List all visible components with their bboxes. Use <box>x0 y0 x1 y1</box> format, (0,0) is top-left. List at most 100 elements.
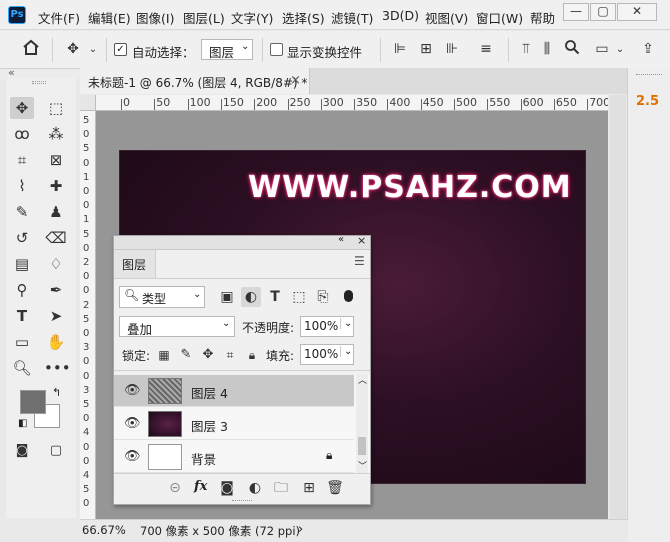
magic-wand-tool[interactable]: ⁂ <box>44 123 68 145</box>
screen-mode-icon[interactable]: ▢ <box>44 440 68 462</box>
frame-tool[interactable]: ⊠ <box>44 149 68 171</box>
eyedropper-tool[interactable]: ⌇ <box>10 175 34 197</box>
clone-stamp-tool[interactable]: ♟ <box>44 201 68 223</box>
zoom-tool[interactable]: 🔍︎ <box>10 357 34 379</box>
lock-all-icon[interactable]: 🔒︎ <box>244 345 260 365</box>
align-middle-icon[interactable]: ⫼ <box>538 39 556 59</box>
auto-select-checkbox[interactable]: ✓ <box>114 43 127 56</box>
filter-smart-object-icon[interactable]: ⎘ <box>314 287 332 307</box>
dodge-tool[interactable]: ⚲ <box>10 279 34 301</box>
layer-name[interactable]: 背景 <box>191 449 216 468</box>
layer-name[interactable]: 图层 4 <box>191 383 228 402</box>
crop-tool[interactable]: ⌗ <box>10 149 34 171</box>
menu-help[interactable]: 帮助 <box>530 8 555 27</box>
layer-list-scrollbar[interactable]: ︿ ﹀ <box>356 375 368 473</box>
align-right-icon[interactable]: ⊪ <box>442 39 462 59</box>
menu-3d[interactable]: 3D(D) <box>382 8 419 23</box>
home-icon[interactable] <box>20 39 42 61</box>
blend-mode-dropdown[interactable]: 叠加 ⌄ <box>119 316 235 337</box>
blur-tool[interactable]: ♢ <box>44 253 68 275</box>
opacity-input[interactable]: 100% ⌄ <box>300 316 354 337</box>
hand-tool[interactable]: ✋ <box>44 331 68 353</box>
layers-panel-header[interactable]: « × <box>114 234 370 250</box>
mask-icon[interactable]: ◙ <box>218 478 236 498</box>
visibility-eye-icon[interactable]: 👁︎ <box>124 416 141 431</box>
close-icon[interactable]: × <box>357 234 366 247</box>
lock-position-icon[interactable]: ✥ <box>200 345 216 365</box>
menu-window[interactable]: 窗口(W) <box>476 8 523 27</box>
ruler-origin[interactable] <box>80 95 96 111</box>
align-left-icon[interactable]: ⊫ <box>390 39 410 59</box>
tab-close-icon[interactable]: × <box>290 73 301 88</box>
history-brush-tool[interactable]: ↺ <box>10 227 34 249</box>
more-tools-icon[interactable]: ••• <box>44 357 71 379</box>
chevron-down-icon[interactable]: ⌄ <box>614 40 626 60</box>
document-tab[interactable]: 未标题-1 @ 66.7% (图层 4, RGB/8#) * × <box>80 68 310 94</box>
quick-mask-icon[interactable]: ◙ <box>10 440 34 462</box>
menu-file[interactable]: 文件(F) <box>38 8 80 27</box>
search-icon[interactable] <box>562 39 582 61</box>
foreground-color-swatch[interactable] <box>20 390 46 414</box>
lasso-tool[interactable]: ꝏ <box>10 123 34 145</box>
menu-edit[interactable]: 编辑(E) <box>88 8 131 27</box>
filter-adjustment-icon[interactable]: ◐ <box>241 287 261 307</box>
default-colors-icon[interactable]: ◧ <box>18 418 27 429</box>
filter-kind-dropdown[interactable]: 🔍︎ 类型 ⌄ <box>119 286 205 308</box>
align-center-icon[interactable]: ⊞ <box>416 39 436 59</box>
adjustment-icon[interactable]: ◐ <box>246 478 264 498</box>
rectangle-tool[interactable]: ▭ <box>10 331 34 353</box>
move-tool[interactable]: ✥ <box>10 97 34 119</box>
panel-menu-icon[interactable]: ☰ <box>354 254 365 268</box>
swap-colors-icon[interactable]: ↰ <box>52 386 61 399</box>
folder-icon[interactable]: 🗀︎ <box>272 478 290 498</box>
menu-view[interactable]: 视图(V) <box>425 8 468 27</box>
lock-transparent-icon[interactable]: ▦ <box>156 345 172 365</box>
auto-select-target-dropdown[interactable]: 图层 ⌄ <box>201 39 253 60</box>
trash-icon[interactable]: 🗑︎ <box>326 478 344 498</box>
menu-layer[interactable]: 图层(L) <box>183 8 225 27</box>
lock-paint-icon[interactable]: ✎ <box>178 345 194 365</box>
vertical-scrollbar[interactable] <box>610 95 626 519</box>
pen-tool[interactable]: ✒ <box>44 279 68 301</box>
minimize-button[interactable]: — <box>563 3 589 21</box>
maximize-button[interactable]: ▢ <box>590 3 616 21</box>
lock-artboard-icon[interactable]: ⌗ <box>222 345 238 365</box>
visibility-eye-icon[interactable]: 👁︎ <box>124 383 141 398</box>
fx-icon[interactable]: fx <box>194 479 207 494</box>
marquee-tool[interactable]: ⬚ <box>44 97 68 119</box>
layers-tab[interactable]: 图层 <box>114 250 156 278</box>
distribute-icon[interactable]: ≡ <box>476 39 496 59</box>
new-layer-icon[interactable]: ⊞ <box>300 478 318 498</box>
collapse-icon[interactable]: « <box>338 234 344 245</box>
move-tool-icon[interactable]: ✥ <box>62 39 84 59</box>
link-icon[interactable]: ⊝ <box>166 478 184 498</box>
eraser-tool[interactable]: ⌫ <box>44 227 68 249</box>
filter-toggle-icon[interactable] <box>344 290 353 302</box>
chevron-down-icon[interactable]: ⌄ <box>86 40 100 60</box>
path-select-tool[interactable]: ➤ <box>44 305 68 327</box>
layer-row[interactable]: 👁︎ 背景 🔒︎ <box>114 441 354 473</box>
layer-row[interactable]: 👁︎ 图层 4 <box>114 375 354 407</box>
layer-row[interactable]: 👁︎ 图层 3 <box>114 408 354 440</box>
visibility-eye-icon[interactable]: 👁︎ <box>124 449 141 464</box>
brush-tool[interactable]: ✎ <box>10 201 34 223</box>
menu-type[interactable]: 文字(Y) <box>231 8 273 27</box>
zoom-level[interactable]: 66.67% <box>82 523 126 537</box>
workspace-icon[interactable]: ▭ <box>592 39 612 59</box>
status-arrow-icon[interactable]: › <box>298 522 303 537</box>
menu-image[interactable]: 图像(I) <box>136 8 174 27</box>
filter-pixel-icon[interactable]: ▣ <box>218 287 236 307</box>
close-button[interactable]: ✕ <box>617 3 657 21</box>
menu-select[interactable]: 选择(S) <box>282 8 325 27</box>
gradient-tool[interactable]: ▤ <box>10 253 34 275</box>
healing-brush-tool[interactable]: ✚ <box>44 175 68 197</box>
menu-filter[interactable]: 滤镜(T) <box>331 8 373 27</box>
align-top-icon[interactable]: ⫪ <box>516 39 536 59</box>
layer-name[interactable]: 图层 3 <box>191 416 228 435</box>
filter-type-icon[interactable]: T <box>266 287 284 307</box>
type-tool[interactable]: T <box>10 305 34 327</box>
fill-input[interactable]: 100% ⌄ <box>300 344 354 365</box>
show-transform-checkbox[interactable] <box>270 43 283 56</box>
share-icon[interactable]: ⇪ <box>638 39 658 59</box>
filter-shape-icon[interactable]: ⬚ <box>290 287 308 307</box>
